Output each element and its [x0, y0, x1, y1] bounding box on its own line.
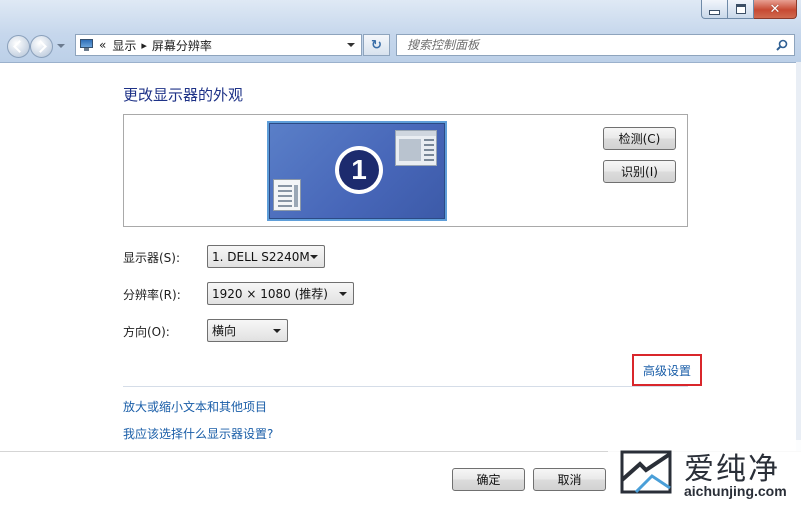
address-dropdown-icon[interactable] [347, 43, 355, 47]
advanced-settings-link[interactable]: 高级设置 [632, 354, 702, 386]
enlarge-text-link[interactable]: 放大或缩小文本和其他项目 [123, 398, 267, 415]
breadcrumb-separator-icon[interactable]: ▸ [141, 39, 147, 52]
recent-pages-dropdown-icon[interactable] [57, 44, 65, 48]
orientation-select-value: 横向 [212, 324, 237, 338]
watermark-name: 爱纯净 [684, 452, 780, 487]
back-button[interactable] [7, 35, 30, 58]
monitor-number-badge: 1 [335, 146, 383, 194]
control-panel-display-icon [79, 38, 95, 52]
breadcrumb-overflow[interactable]: « [99, 38, 106, 52]
refresh-icon: ↻ [371, 37, 382, 53]
chevron-down-icon [273, 329, 281, 333]
minimize-button[interactable] [701, 0, 728, 19]
search-icon[interactable] [776, 39, 788, 51]
resolution-select-value: 1920 × 1080 (推荐) [212, 287, 328, 301]
preview-window-thumbnail-icon [395, 130, 437, 166]
minimize-icon [709, 9, 720, 15]
display-select[interactable]: 1. DELL S2240M [207, 245, 325, 268]
resolution-label: 分辨率(R): [123, 288, 181, 302]
close-button[interactable]: ✕ [754, 0, 797, 19]
close-icon: ✕ [769, 1, 781, 17]
search-input[interactable] [405, 37, 769, 53]
ok-button[interactable]: 确定 [452, 468, 525, 491]
breadcrumb-item-resolution[interactable]: 屏幕分辨率 [152, 37, 212, 54]
detect-button[interactable]: 检测(C) [603, 127, 676, 150]
resolution-select[interactable]: 1920 × 1080 (推荐) [207, 282, 354, 305]
cancel-button[interactable]: 取消 [533, 468, 606, 491]
chevron-down-icon [310, 255, 318, 259]
display-label: 显示器(S): [123, 251, 181, 265]
which-settings-link[interactable]: 我应该选择什么显示器设置? [123, 425, 273, 442]
preview-document-thumbnail-icon [273, 179, 301, 211]
address-bar[interactable]: « 显示 ▸ 屏幕分辨率 [75, 34, 362, 56]
chevron-down-icon [339, 292, 347, 296]
orientation-select[interactable]: 横向 [207, 319, 288, 342]
search-box[interactable] [396, 34, 795, 56]
watermark-url: aichunjing.com [684, 483, 787, 499]
maximize-icon [735, 4, 746, 14]
orientation-label: 方向(O): [123, 325, 170, 339]
window-right-edge [796, 62, 801, 504]
breadcrumb-item-display[interactable]: 显示 [112, 37, 136, 54]
window-chrome: ✕ « 显示 ▸ 屏幕分辨率 ↻ [0, 0, 801, 63]
display-select-value: 1. DELL S2240M [212, 249, 310, 264]
caption-buttons: ✕ [701, 0, 797, 20]
maximize-button[interactable] [728, 0, 754, 19]
watermark-logo-icon [620, 450, 672, 494]
page-title: 更改显示器的外观 [123, 86, 244, 104]
watermark-logo: 爱纯净 aichunjing.com [608, 440, 801, 504]
identify-button[interactable]: 识别(I) [603, 160, 676, 183]
divider [123, 386, 688, 387]
forward-button[interactable] [30, 35, 53, 58]
monitor-number: 1 [339, 150, 379, 190]
refresh-button[interactable]: ↻ [363, 34, 390, 56]
